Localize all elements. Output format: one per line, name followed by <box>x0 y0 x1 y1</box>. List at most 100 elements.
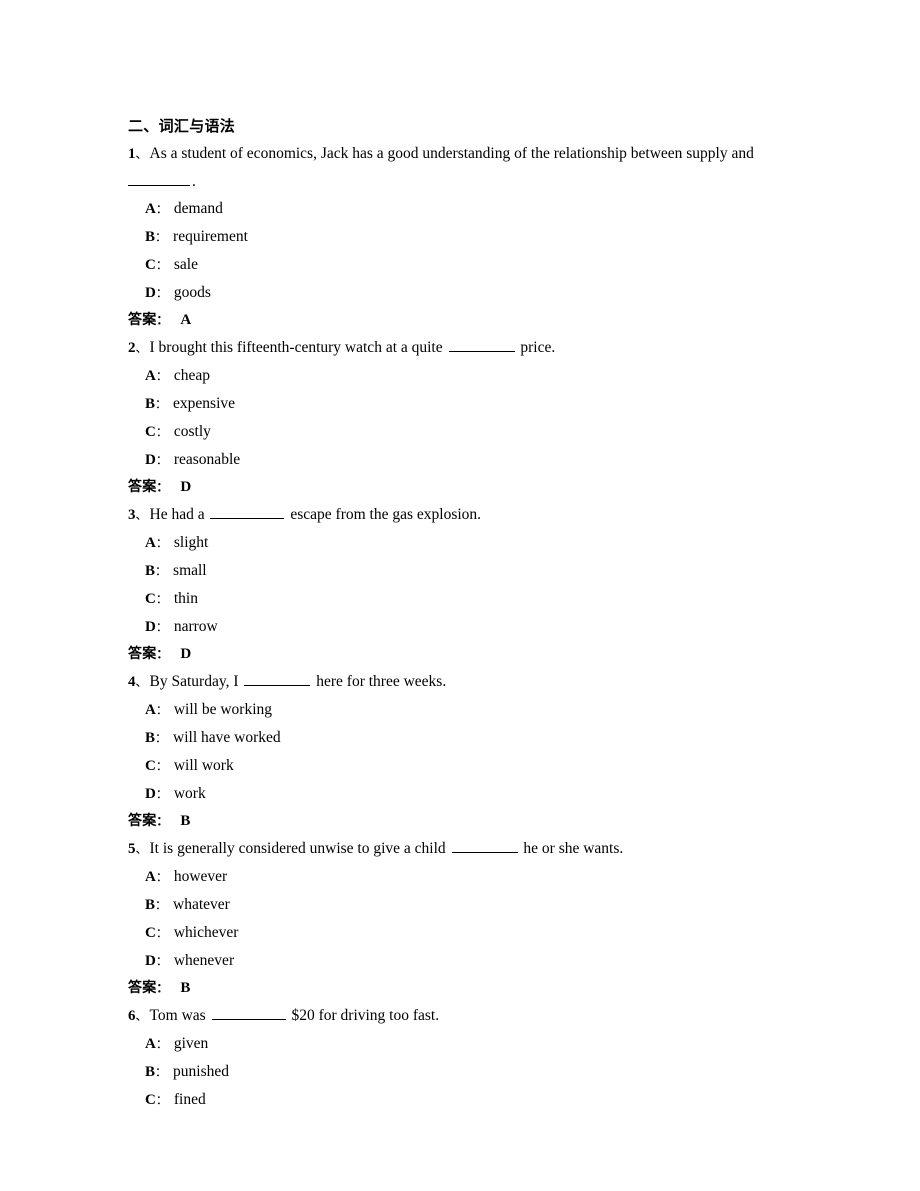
question-text-after-blank: price. <box>520 339 556 356</box>
option-b[interactable]: B： requirement <box>128 223 788 251</box>
option-colon: ： <box>155 620 168 634</box>
question-number-separator: 、 <box>135 1009 148 1023</box>
option-letter: A <box>145 535 156 551</box>
question-number: 2 <box>128 340 136 356</box>
option-colon: ： <box>155 564 168 578</box>
option-letter: B <box>145 1064 156 1080</box>
option-a[interactable]: A： however <box>128 863 788 891</box>
question-number-separator: 、 <box>135 341 148 355</box>
answer-colon: ： <box>156 313 169 327</box>
option-c[interactable]: C： whichever <box>128 919 788 947</box>
option-text: will work <box>173 757 234 774</box>
question-text-before-blank: It is generally considered unwise to giv… <box>149 840 446 857</box>
option-colon: ： <box>155 230 168 244</box>
question-number-separator: 、 <box>135 147 148 161</box>
option-b[interactable]: B： punished <box>128 1058 788 1086</box>
option-b[interactable]: B： will have worked <box>128 724 788 752</box>
document-page: 二、词汇与语法 1、 As a student of economics, Jac… <box>0 0 920 1191</box>
option-letter: A <box>145 869 156 885</box>
option-letter: D <box>145 786 156 802</box>
option-text: work <box>173 785 206 802</box>
answer-value: B <box>180 980 191 996</box>
answer-blank[interactable] <box>451 839 518 853</box>
answer-colon: ： <box>156 480 169 494</box>
option-c[interactable]: C： thin <box>128 585 788 613</box>
option-letter: B <box>145 563 156 579</box>
option-d[interactable]: D： whenever <box>128 947 788 975</box>
document-content: 二、词汇与语法 1、 As a student of economics, Jac… <box>128 113 788 1114</box>
option-colon: ： <box>155 1093 168 1107</box>
question-list: 1、 As a student of economics, Jack has a … <box>128 140 788 1114</box>
question-text-before-blank: I brought this fifteenth-century watch a… <box>149 339 443 356</box>
option-letter: C <box>145 758 156 774</box>
option-a[interactable]: A： cheap <box>128 362 788 390</box>
option-a[interactable]: A： slight <box>128 529 788 557</box>
option-colon: ： <box>155 898 168 912</box>
answer-blank[interactable] <box>244 672 311 686</box>
question-stem: 5、 It is generally considered unwise to g… <box>128 835 788 863</box>
option-text: whenever <box>173 952 235 969</box>
option-text: given <box>173 1035 209 1052</box>
answer-label: 答案 <box>128 646 157 662</box>
option-a[interactable]: A： will be working <box>128 696 788 724</box>
option-text: slight <box>173 534 209 551</box>
option-c[interactable]: C： fined <box>128 1086 788 1114</box>
answer-value: B <box>180 813 191 829</box>
option-letter: C <box>145 591 156 607</box>
answer-line: 答案： B <box>128 808 788 835</box>
question-stem: 1、 As a student of economics, Jack has a … <box>128 140 788 168</box>
option-b[interactable]: B： expensive <box>128 390 788 418</box>
option-text: small <box>173 562 207 579</box>
answer-blank[interactable] <box>448 338 515 352</box>
option-c[interactable]: C： costly <box>128 418 788 446</box>
answer-label: 答案 <box>128 980 157 996</box>
question-text-after-blank: here for three weeks. <box>316 673 447 690</box>
question-block: 5、 It is generally considered unwise to g… <box>128 835 788 1002</box>
question-number: 3 <box>128 507 136 523</box>
option-colon: ： <box>155 759 168 773</box>
option-a[interactable]: A： given <box>128 1030 788 1058</box>
option-d[interactable]: D： goods <box>128 279 788 307</box>
question-stem: 3、 He had a escape from the gas explosion… <box>128 501 788 529</box>
question-text-after-blank: . <box>192 173 196 190</box>
option-letter: A <box>145 702 156 718</box>
question-text-before-blank: Tom was <box>149 1007 206 1024</box>
answer-label: 答案 <box>128 813 157 829</box>
question-number: 6 <box>128 1008 136 1024</box>
answer-value: A <box>180 312 192 328</box>
option-colon: ： <box>155 592 168 606</box>
option-d[interactable]: D： reasonable <box>128 446 788 474</box>
option-text: requirement <box>173 228 248 245</box>
option-d[interactable]: D： narrow <box>128 613 788 641</box>
option-letter: D <box>145 619 156 635</box>
question-number-separator: 、 <box>135 508 148 522</box>
answer-blank[interactable] <box>210 505 285 519</box>
option-letter: C <box>145 1092 156 1108</box>
option-text: reasonable <box>173 451 241 468</box>
option-letter: B <box>145 229 156 245</box>
answer-blank[interactable] <box>128 172 190 186</box>
answer-value: D <box>180 646 192 662</box>
option-b[interactable]: B： whatever <box>128 891 788 919</box>
option-text: will have worked <box>173 729 281 746</box>
question-text-after-blank: escape from the gas explosion. <box>290 506 482 523</box>
option-c[interactable]: C： sale <box>128 251 788 279</box>
question-block: 6、 Tom was $20 for driving too fast. A： giv… <box>128 1002 788 1114</box>
option-d[interactable]: D： work <box>128 780 788 808</box>
option-text: however <box>173 868 228 885</box>
option-c[interactable]: C： will work <box>128 752 788 780</box>
question-stem: 6、 Tom was $20 for driving too fast. <box>128 1002 788 1030</box>
answer-blank[interactable] <box>211 1006 286 1020</box>
question-number: 1 <box>128 146 136 162</box>
option-colon: ： <box>155 369 168 383</box>
option-text: punished <box>173 1063 229 1080</box>
question-text-after-blank: he or she wants. <box>523 840 624 857</box>
option-colon: ： <box>155 787 168 801</box>
option-letter: D <box>145 285 156 301</box>
option-letter: C <box>145 257 156 273</box>
option-text: sale <box>173 256 198 273</box>
option-b[interactable]: B： small <box>128 557 788 585</box>
option-a[interactable]: A： demand <box>128 195 788 223</box>
option-text: whatever <box>173 896 230 913</box>
option-letter: B <box>145 396 156 412</box>
